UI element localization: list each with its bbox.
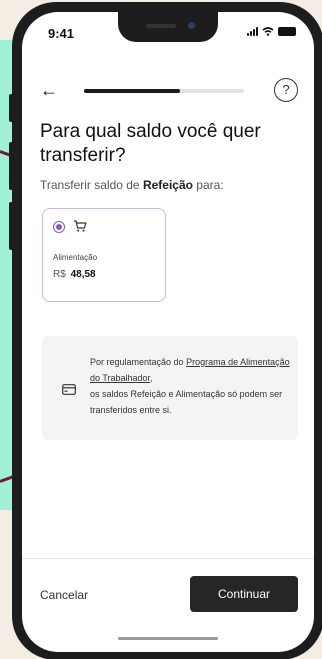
phone-side-button [9, 202, 13, 250]
wifi-icon [262, 27, 274, 36]
balance-option-card[interactable]: Alimentação R$ 48,58 [42, 208, 166, 302]
signal-icon [247, 27, 258, 36]
speaker-grille [146, 24, 176, 28]
back-arrow-icon[interactable]: ← [40, 80, 58, 100]
info-text-line-2: , [150, 373, 153, 383]
phone-side-button [9, 142, 13, 190]
footer-divider [22, 558, 314, 559]
cart-icon [74, 220, 87, 232]
help-icon[interactable]: ? [274, 78, 298, 102]
app-screen: 9:41 ← ? Para qual saldo você quer trans… [22, 12, 314, 652]
info-text-line-3: os saldos Refeição e Alimentação só pode… [90, 389, 283, 415]
step-progress-fill [84, 89, 180, 93]
notch [118, 12, 218, 42]
cancel-button[interactable]: Cancelar [40, 588, 88, 602]
card-icon [62, 384, 76, 395]
amount-value: 48,58 [70, 269, 96, 280]
step-progress-bar [84, 89, 244, 93]
battery-icon [278, 27, 296, 36]
top-navigation: ← ? [22, 78, 314, 108]
status-time: 9:41 [48, 26, 75, 41]
status-bar: 9:41 [22, 12, 314, 56]
info-text-line-1: Por regulamentação do [90, 357, 187, 367]
phone-side-button [9, 94, 13, 122]
status-icons [247, 27, 296, 36]
footer: Cancelar Continuar [22, 576, 314, 616]
info-text: Por regulamentação do Programa de Alimen… [90, 354, 290, 418]
radio-selected-dot [56, 224, 62, 230]
option-amount: R$ 48,58 [53, 269, 96, 280]
continue-button[interactable]: Continuar [190, 576, 298, 612]
option-label: Alimentação [53, 253, 98, 262]
page-title: Para qual saldo você quer transferir? [40, 121, 261, 166]
camera-dot [188, 22, 195, 29]
info-box: Por regulamentação do Programa de Alimen… [42, 336, 298, 440]
subtitle-suffix: para: [192, 178, 224, 192]
subtitle-prefix: Transferir saldo de [40, 178, 143, 192]
radio-button[interactable] [53, 221, 65, 233]
home-indicator [118, 637, 218, 640]
page-subtitle: Transferir saldo de Refeição para: [40, 178, 224, 192]
subtitle-source: Refeição [142, 178, 193, 192]
currency-symbol: R$ [53, 269, 66, 280]
